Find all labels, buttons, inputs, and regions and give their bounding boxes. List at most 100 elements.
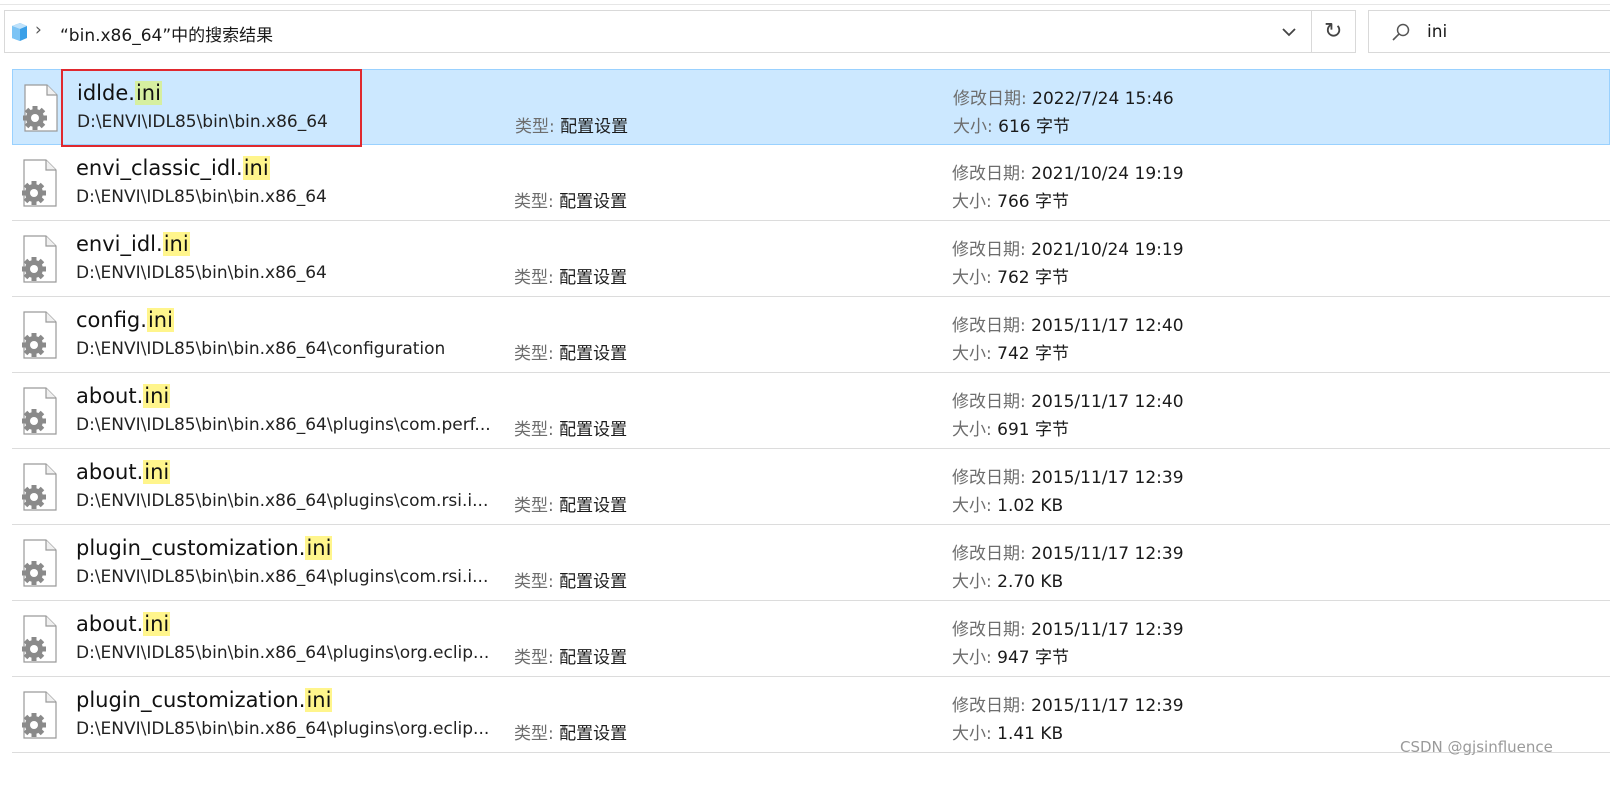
result-row[interactable]: envi_classic_idl.ini D:\ENVI\IDL85\bin\b… xyxy=(12,145,1610,221)
size-label: 大小: xyxy=(952,572,992,592)
refresh-icon: ↻ xyxy=(1324,19,1343,44)
size-value: 742 字节 xyxy=(997,344,1069,364)
divider xyxy=(0,4,1610,5)
type-label: 类型: xyxy=(515,117,555,137)
date-label: 修改日期: xyxy=(952,696,1026,716)
file-size: 大小: 616 字节 xyxy=(953,112,1070,137)
file-name[interactable]: envi_classic_idl.ini xyxy=(76,153,270,183)
file-size: 大小: 947 字节 xyxy=(952,643,1069,668)
address-bar[interactable]: › “bin.x86_64”中的搜索结果 xyxy=(4,10,1311,53)
date-label: 修改日期: xyxy=(952,316,1026,336)
type-value: 配置设置 xyxy=(559,648,628,668)
size-label: 大小: xyxy=(952,724,992,744)
file-type: 类型: 配置设置 xyxy=(514,415,627,440)
search-icon xyxy=(1392,23,1410,41)
file-path: D:\ENVI\IDL85\bin\bin.x86_64 xyxy=(76,187,327,207)
result-row[interactable]: plugin_customization.ini D:\ENVI\IDL85\b… xyxy=(12,677,1610,753)
type-value: 配置设置 xyxy=(559,572,628,592)
search-match-highlight: ini xyxy=(143,460,171,484)
refresh-button[interactable]: ↻ xyxy=(1311,10,1356,53)
result-row[interactable]: envi_idl.ini D:\ENVI\IDL85\bin\bin.x86_6… xyxy=(12,221,1610,297)
file-name-base: config xyxy=(76,308,141,332)
file-name[interactable]: plugin_customization.ini xyxy=(76,533,333,563)
type-label: 类型: xyxy=(514,496,554,516)
file-name[interactable]: idlde.ini xyxy=(77,78,162,108)
file-name-base: envi_classic_idl xyxy=(76,156,237,180)
type-label: 类型: xyxy=(514,420,554,440)
file-size: 大小: 691 字节 xyxy=(952,415,1069,440)
result-row[interactable]: about.ini D:\ENVI\IDL85\bin\bin.x86_64\p… xyxy=(12,449,1610,525)
size-value: 691 字节 xyxy=(997,420,1069,440)
search-input[interactable] xyxy=(1427,20,1597,44)
type-value: 配置设置 xyxy=(559,268,628,288)
chevron-down-icon[interactable] xyxy=(1281,22,1297,42)
settings-file-icon xyxy=(20,235,60,283)
file-name-base: about xyxy=(76,612,137,636)
result-row[interactable]: idlde.ini D:\ENVI\IDL85\bin\bin.x86_64 类… xyxy=(12,69,1610,145)
modified-date: 修改日期: 2022/7/24 15:46 xyxy=(953,84,1174,109)
file-path: D:\ENVI\IDL85\bin\bin.x86_64 xyxy=(76,263,327,283)
result-row[interactable]: plugin_customization.ini D:\ENVI\IDL85\b… xyxy=(12,525,1610,601)
date-value: 2022/7/24 15:46 xyxy=(1032,89,1174,109)
file-type: 类型: 配置设置 xyxy=(514,339,627,364)
file-name[interactable]: envi_idl.ini xyxy=(76,229,190,259)
file-name[interactable]: plugin_customization.ini xyxy=(76,685,333,715)
file-path: D:\ENVI\IDL85\bin\bin.x86_64\plugins\com… xyxy=(76,567,489,587)
file-path: D:\ENVI\IDL85\bin\bin.x86_64\configurati… xyxy=(76,339,446,359)
size-label: 大小: xyxy=(952,420,992,440)
watermark: CSDN @gjsinfluence xyxy=(1400,738,1553,756)
result-row[interactable]: about.ini D:\ENVI\IDL85\bin\bin.x86_64\p… xyxy=(12,601,1610,677)
address-location-text: “bin.x86_64”中的搜索结果 xyxy=(60,26,274,46)
modified-date: 修改日期: 2015/11/17 12:39 xyxy=(952,539,1184,564)
settings-file-icon xyxy=(20,615,60,663)
file-name[interactable]: about.ini xyxy=(76,609,171,639)
date-label: 修改日期: xyxy=(952,240,1026,260)
file-name[interactable]: config.ini xyxy=(76,305,174,335)
settings-file-icon xyxy=(20,387,60,435)
modified-date: 修改日期: 2021/10/24 19:19 xyxy=(952,235,1184,260)
size-value: 947 字节 xyxy=(997,648,1069,668)
date-value: 2015/11/17 12:40 xyxy=(1031,316,1184,336)
size-label: 大小: xyxy=(953,117,993,137)
file-name-base: about xyxy=(76,384,137,408)
address-toolbar: › “bin.x86_64”中的搜索结果 ↻ xyxy=(0,0,1610,60)
date-label: 修改日期: xyxy=(952,544,1026,564)
size-label: 大小: xyxy=(952,496,992,516)
file-size: 大小: 2.70 KB xyxy=(952,567,1063,592)
type-value: 配置设置 xyxy=(560,117,629,137)
file-size: 大小: 1.02 KB xyxy=(952,491,1063,516)
modified-date: 修改日期: 2015/11/17 12:39 xyxy=(952,691,1184,716)
file-path: D:\ENVI\IDL85\bin\bin.x86_64\plugins\org… xyxy=(76,643,490,663)
date-label: 修改日期: xyxy=(953,89,1027,109)
search-match-highlight: ini xyxy=(143,384,171,408)
size-label: 大小: xyxy=(952,648,992,668)
search-match-highlight: ini xyxy=(305,688,333,712)
file-size: 大小: 1.41 KB xyxy=(952,719,1063,744)
file-name[interactable]: about.ini xyxy=(76,457,171,487)
chevron-right-icon[interactable]: › xyxy=(35,20,42,40)
date-value: 2015/11/17 12:40 xyxy=(1031,392,1184,412)
file-path: D:\ENVI\IDL85\bin\bin.x86_64\plugins\com… xyxy=(76,491,489,511)
type-label: 类型: xyxy=(514,724,554,744)
result-row[interactable]: about.ini D:\ENVI\IDL85\bin\bin.x86_64\p… xyxy=(12,373,1610,449)
search-results-list: idlde.ini D:\ENVI\IDL85\bin\bin.x86_64 类… xyxy=(12,69,1610,753)
file-type: 类型: 配置设置 xyxy=(515,112,628,137)
size-label: 大小: xyxy=(952,268,992,288)
size-value: 1.02 KB xyxy=(997,496,1064,516)
modified-date: 修改日期: 2021/10/24 19:19 xyxy=(952,159,1184,184)
file-size: 大小: 766 字节 xyxy=(952,187,1069,212)
type-value: 配置设置 xyxy=(559,192,628,212)
result-row[interactable]: config.ini D:\ENVI\IDL85\bin\bin.x86_64\… xyxy=(12,297,1610,373)
file-name[interactable]: about.ini xyxy=(76,381,171,411)
type-value: 配置设置 xyxy=(559,420,628,440)
modified-date: 修改日期: 2015/11/17 12:39 xyxy=(952,615,1184,640)
search-box[interactable] xyxy=(1368,10,1610,53)
settings-file-icon xyxy=(20,159,60,207)
settings-file-icon xyxy=(20,691,60,739)
type-value: 配置设置 xyxy=(559,344,628,364)
size-label: 大小: xyxy=(952,344,992,364)
modified-date: 修改日期: 2015/11/17 12:40 xyxy=(952,387,1184,412)
size-value: 2.70 KB xyxy=(997,572,1064,592)
file-name-base: envi_idl xyxy=(76,232,156,256)
size-value: 616 字节 xyxy=(998,117,1070,137)
